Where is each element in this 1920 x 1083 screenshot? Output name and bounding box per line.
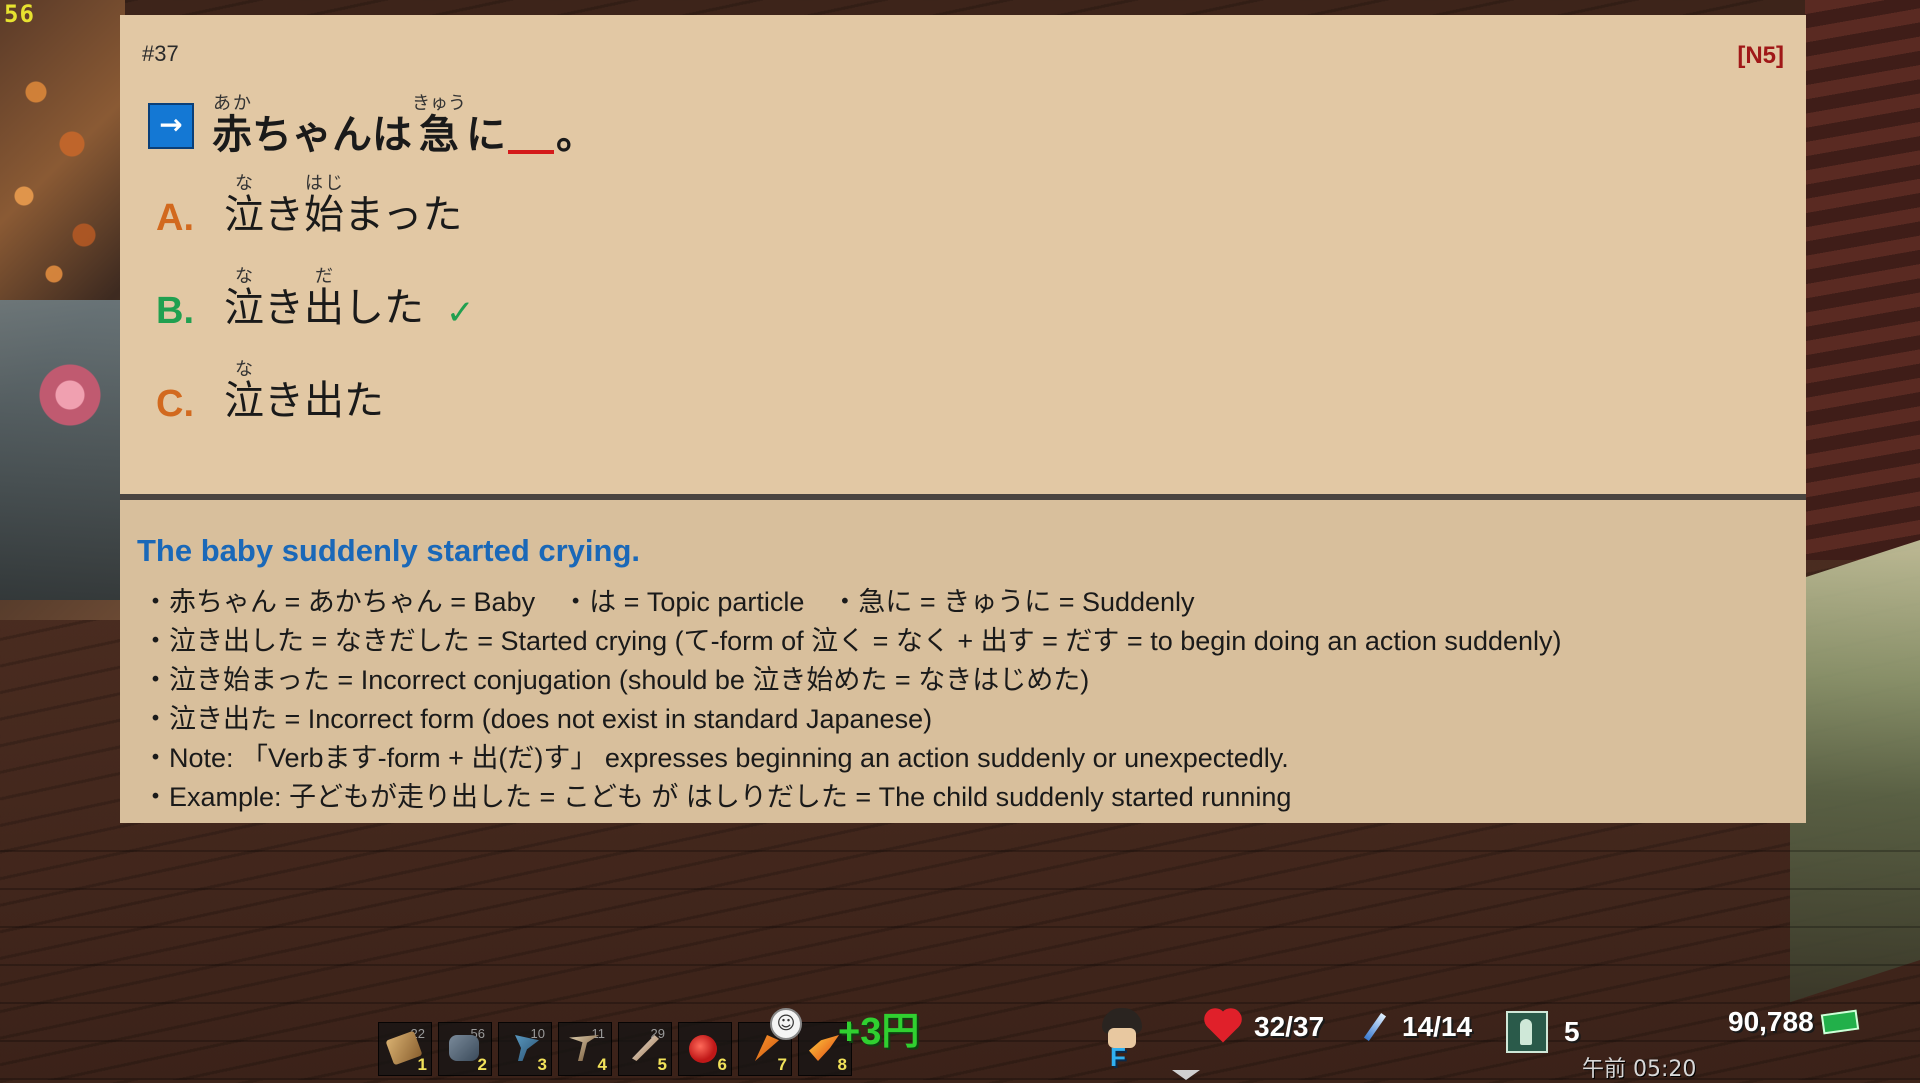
note-line: ・泣き出した = なきだした = Started crying (て-form … <box>142 626 1562 656</box>
translation-text: The baby suddenly started crying. <box>137 533 641 568</box>
stamina-value: 14/14 <box>1402 1011 1473 1042</box>
option-a[interactable]: A. 泣なき始はじまった <box>156 173 462 240</box>
item-count: 11 <box>591 1026 606 1041</box>
arrow-right-icon[interactable]: → <box>148 103 194 149</box>
game-clock: 午前 05:20 <box>1582 1057 1697 1082</box>
explanation-notes: ・赤ちゃん = あかちゃん = Baby ・は = Topic particle… <box>142 583 1562 817</box>
question-sentence: 赤あか ちゃんは 急きゅう に 。 <box>212 93 596 160</box>
apple-icon <box>689 1035 717 1063</box>
option-text: 泣なき出た <box>224 359 384 424</box>
level-stat: 5 <box>1506 1011 1580 1053</box>
note-line: ・Note: 「Verbます-form + 出(だ)す」 expresses b… <box>142 743 1289 773</box>
hp-value: 32/37 <box>1254 1011 1325 1042</box>
question-kanji-aka: 赤あか <box>212 93 252 158</box>
gold-counter: 90,788 <box>1728 1006 1859 1038</box>
option-letter: A. <box>156 197 194 239</box>
hotbar-slot-4[interactable]: 11 4 <box>558 1022 612 1076</box>
question-text-part1: ちゃんは <box>252 112 412 158</box>
option-letter: C. <box>156 383 194 425</box>
slot-key: 2 <box>477 1055 487 1074</box>
player-character: F <box>1096 1008 1148 1072</box>
answer-blank <box>508 120 554 154</box>
heart-icon <box>1207 1011 1239 1043</box>
flower-pot-decoration <box>35 360 105 430</box>
level-icon <box>1506 1011 1548 1053</box>
fire-rod-icon <box>809 1035 839 1061</box>
hotbar-slot-2[interactable]: 56 2 <box>438 1022 492 1076</box>
caret-down-icon <box>1172 1070 1200 1080</box>
note-line: ・泣き始まった = Incorrect conjugation (should … <box>142 665 1090 695</box>
note-line: ・泣き出た = Incorrect form (does not exist i… <box>142 704 933 734</box>
fps-counter: 56 <box>4 0 35 28</box>
slot-key: 5 <box>657 1055 667 1074</box>
option-b[interactable]: B. 泣なき出だした ✓ <box>156 266 475 333</box>
note-line: ・Example: 子どもが走り出した = こども が はしりだした = The… <box>142 782 1292 812</box>
stamina-stat: 14/14 <box>1363 1011 1473 1043</box>
option-text: 泣なき出だした <box>224 266 424 331</box>
money-gain-popup: +3円 <box>838 1011 920 1053</box>
slot-key: 4 <box>597 1055 607 1074</box>
slot-key: 7 <box>777 1055 787 1074</box>
note-line: ・赤ちゃん = あかちゃん = Baby ・は = Topic particle… <box>142 587 1195 617</box>
smiley-face-icon: ☺ <box>770 1008 802 1040</box>
option-c[interactable]: C. 泣なき出た <box>156 359 384 426</box>
question-kanji-kyu: 急きゅう <box>412 93 466 158</box>
carrot-icon <box>755 1035 779 1061</box>
question-number: #37 <box>142 41 179 66</box>
autumn-leaves-decoration <box>0 40 120 300</box>
gold-value: 90,788 <box>1728 1006 1814 1037</box>
slot-key: 8 <box>837 1055 847 1074</box>
question-text-part2: に <box>466 112 506 158</box>
option-text: 泣なき始はじまった <box>224 173 463 238</box>
slot-key: 3 <box>537 1055 547 1074</box>
question-end: 。 <box>556 112 596 158</box>
hp-stat: 32/37 <box>1207 1011 1325 1043</box>
background-wall-right <box>1805 0 1920 560</box>
interact-key-prompt: F <box>1110 1042 1126 1072</box>
sword-icon <box>632 1035 659 1061</box>
hotbar-slot-1[interactable]: 22 1 <box>378 1022 432 1076</box>
cash-icon <box>1820 1009 1859 1035</box>
quiz-card: #37 [N5] → 赤あか ちゃんは 急きゅう に 。 A. 泣なき始はじまっ… <box>120 15 1806 823</box>
hotbar-slot-3[interactable]: 10 3 <box>498 1022 552 1076</box>
background-window <box>0 300 120 600</box>
wooden-floor <box>0 820 1920 1080</box>
level-value: 5 <box>1564 1016 1580 1047</box>
stone-icon <box>449 1035 479 1061</box>
item-count: 10 <box>530 1026 545 1041</box>
slot-key: 1 <box>417 1055 427 1074</box>
correct-check-icon: ✓ <box>446 293 475 333</box>
hotbar-slot-5[interactable]: 29 5 <box>618 1022 672 1076</box>
jlpt-level-badge: [N5] <box>1737 42 1784 69</box>
option-letter: B. <box>156 290 194 332</box>
quiz-question-panel: #37 [N5] → 赤あか ちゃんは 急きゅう に 。 A. 泣なき始はじまっ… <box>120 15 1806 494</box>
slot-key: 6 <box>717 1055 727 1074</box>
hotbar-slot-6[interactable]: 6 <box>678 1022 732 1076</box>
